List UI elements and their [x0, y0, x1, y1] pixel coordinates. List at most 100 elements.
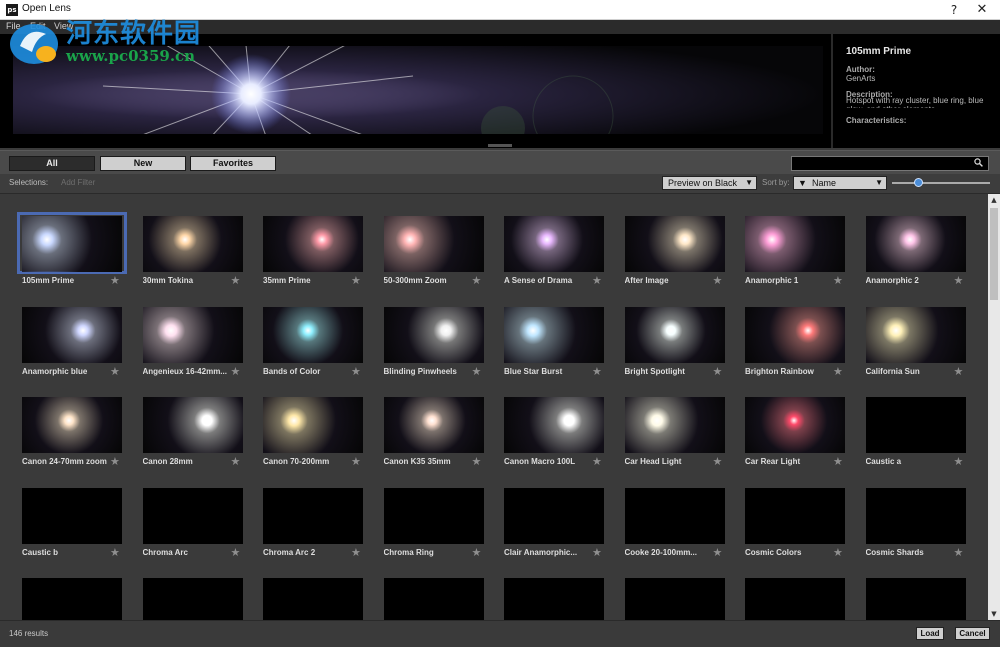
- lens-thumbnail[interactable]: [865, 397, 966, 453]
- lens-thumbnail[interactable]: [142, 487, 243, 544]
- lens-thumbnail[interactable]: [504, 487, 604, 544]
- lens-tile[interactable]: Canon K35 35mm ★: [379, 393, 489, 475]
- lens-tile[interactable]: [379, 574, 489, 620]
- lens-thumbnail[interactable]: [745, 578, 845, 620]
- favorite-star-icon[interactable]: ★: [231, 546, 241, 559]
- lens-tile[interactable]: Car Rear Light ★: [740, 393, 850, 475]
- lens-tile[interactable]: Blinding Pinwheels ★: [379, 303, 489, 385]
- favorite-star-icon[interactable]: ★: [231, 274, 241, 287]
- lens-tile[interactable]: Caustic b ★: [17, 484, 127, 566]
- lens-tile[interactable]: [620, 574, 730, 620]
- lens-thumbnail[interactable]: [865, 578, 966, 620]
- lens-thumbnail[interactable]: [263, 578, 363, 620]
- lens-tile[interactable]: [17, 574, 127, 620]
- favorite-star-icon[interactable]: ★: [110, 365, 120, 378]
- favorite-star-icon[interactable]: ★: [351, 274, 361, 287]
- lens-thumbnail[interactable]: [745, 306, 845, 363]
- close-window-button[interactable]: ✕: [968, 0, 996, 20]
- lens-thumbnail[interactable]: [504, 578, 604, 620]
- lens-thumbnail[interactable]: [263, 397, 363, 453]
- thumbnail-size-slider[interactable]: [892, 178, 990, 187]
- lens-thumbnail[interactable]: [383, 397, 484, 453]
- lens-thumbnail[interactable]: [383, 306, 484, 363]
- lens-thumbnail[interactable]: [504, 397, 604, 453]
- load-button[interactable]: Load: [916, 627, 944, 640]
- lens-tile[interactable]: Canon 28mm ★: [138, 393, 248, 475]
- lens-thumbnail[interactable]: [504, 216, 604, 272]
- lens-tile[interactable]: [258, 574, 368, 620]
- favorite-star-icon[interactable]: ★: [592, 455, 602, 468]
- lens-thumbnail[interactable]: [142, 397, 243, 453]
- lens-tile[interactable]: Caustic a ★: [861, 393, 971, 475]
- favorite-star-icon[interactable]: ★: [592, 365, 602, 378]
- lens-thumbnail[interactable]: [624, 216, 725, 272]
- lens-tile[interactable]: 50-300mm Zoom ★: [379, 212, 489, 294]
- lens-thumbnail[interactable]: [142, 306, 243, 363]
- lens-tile[interactable]: Canon 24-70mm zoom ★: [17, 393, 127, 475]
- lens-thumbnail[interactable]: [624, 487, 725, 544]
- lens-tile[interactable]: [138, 574, 248, 620]
- lens-thumbnail[interactable]: [263, 306, 363, 363]
- lens-thumbnail[interactable]: [383, 216, 484, 272]
- lens-thumbnail[interactable]: [22, 578, 122, 620]
- favorite-star-icon[interactable]: ★: [833, 455, 843, 468]
- lens-tile[interactable]: Cooke 20-100mm... ★: [620, 484, 730, 566]
- favorite-star-icon[interactable]: ★: [713, 274, 723, 287]
- lens-tile[interactable]: Anamorphic 2 ★: [861, 212, 971, 294]
- scroll-down-icon[interactable]: ▼: [988, 608, 1000, 620]
- search-icon[interactable]: [974, 158, 983, 170]
- favorite-star-icon[interactable]: ★: [833, 274, 843, 287]
- lens-tile[interactable]: Brighton Rainbow ★: [740, 303, 850, 385]
- lens-thumbnail[interactable]: [383, 578, 484, 620]
- lens-thumbnail[interactable]: [142, 578, 243, 620]
- favorite-star-icon[interactable]: ★: [954, 455, 964, 468]
- favorite-star-icon[interactable]: ★: [110, 546, 120, 559]
- cancel-button[interactable]: Cancel: [955, 627, 990, 640]
- lens-thumbnail[interactable]: [263, 216, 363, 272]
- lens-tile[interactable]: California Sun ★: [861, 303, 971, 385]
- lens-tile[interactable]: Canon Macro 100L ★: [499, 393, 609, 475]
- lens-thumbnail[interactable]: [383, 487, 484, 544]
- lens-thumbnail[interactable]: [624, 578, 725, 620]
- search-input[interactable]: [791, 156, 989, 171]
- favorite-star-icon[interactable]: ★: [231, 455, 241, 468]
- lens-tile[interactable]: [499, 574, 609, 620]
- favorite-star-icon[interactable]: ★: [954, 274, 964, 287]
- lens-thumbnail[interactable]: [22, 216, 122, 272]
- vertical-scrollbar[interactable]: ▲ ▼: [988, 194, 1000, 620]
- tab-favorites[interactable]: Favorites: [190, 156, 276, 171]
- favorite-star-icon[interactable]: ★: [713, 365, 723, 378]
- favorite-star-icon[interactable]: ★: [351, 455, 361, 468]
- favorite-star-icon[interactable]: ★: [713, 546, 723, 559]
- favorite-star-icon[interactable]: ★: [351, 365, 361, 378]
- lens-tile[interactable]: Cosmic Shards ★: [861, 484, 971, 566]
- favorite-star-icon[interactable]: ★: [231, 365, 241, 378]
- sort-direction-icon[interactable]: ▼: [798, 177, 807, 189]
- favorite-star-icon[interactable]: ★: [110, 274, 120, 287]
- favorite-star-icon[interactable]: ★: [954, 365, 964, 378]
- lens-tile[interactable]: 30mm Tokina ★: [138, 212, 248, 294]
- lens-tile[interactable]: 105mm Prime ★: [17, 212, 127, 294]
- help-button[interactable]: ?: [940, 0, 968, 20]
- slider-thumb[interactable]: [914, 178, 924, 187]
- favorite-star-icon[interactable]: ★: [833, 365, 843, 378]
- lens-thumbnail[interactable]: [745, 487, 845, 544]
- lens-thumbnail[interactable]: [142, 216, 243, 272]
- tab-all[interactable]: All: [9, 156, 95, 171]
- lens-tile[interactable]: Cosmic Colors ★: [740, 484, 850, 566]
- lens-tile[interactable]: Canon 70-200mm ★: [258, 393, 368, 475]
- preview-background-select[interactable]: Preview on Black ▼: [662, 176, 757, 190]
- favorite-star-icon[interactable]: ★: [713, 455, 723, 468]
- add-filter-link[interactable]: Add Filter: [61, 178, 95, 187]
- lens-tile[interactable]: Bands of Color ★: [258, 303, 368, 385]
- lens-thumbnail[interactable]: [745, 216, 845, 272]
- favorite-star-icon[interactable]: ★: [472, 365, 482, 378]
- lens-tile[interactable]: Angenieux 16-42mm... ★: [138, 303, 248, 385]
- lens-thumbnail[interactable]: [22, 487, 122, 544]
- lens-tile[interactable]: After Image ★: [620, 212, 730, 294]
- lens-tile[interactable]: Anamorphic blue ★: [17, 303, 127, 385]
- scroll-up-icon[interactable]: ▲: [988, 194, 1000, 206]
- favorite-star-icon[interactable]: ★: [833, 546, 843, 559]
- favorite-star-icon[interactable]: ★: [472, 274, 482, 287]
- lens-thumbnail[interactable]: [624, 397, 725, 453]
